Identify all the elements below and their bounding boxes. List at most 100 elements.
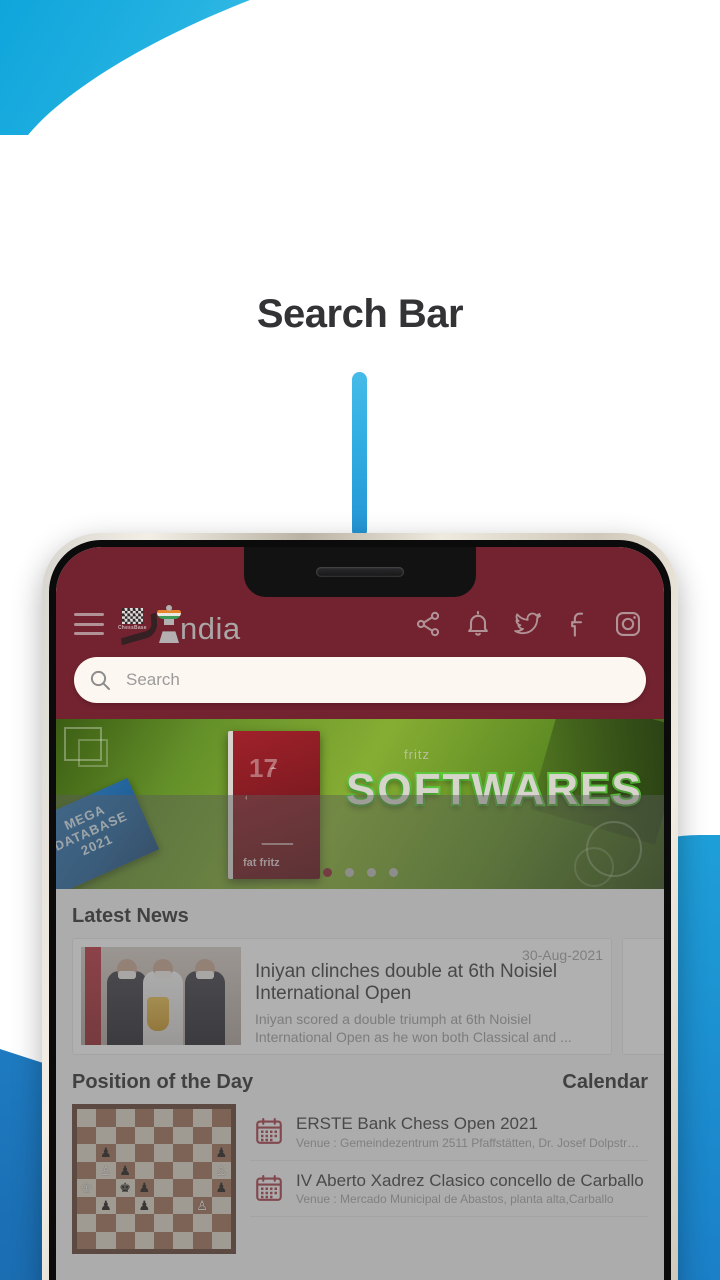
chess-square [154, 1179, 174, 1197]
chess-piece: ♟ [138, 1180, 151, 1196]
chess-square [211, 1231, 231, 1250]
chess-square [192, 1179, 212, 1197]
calendar-item[interactable]: IV Aberto Xadrez Clasico concello de Car… [250, 1161, 648, 1218]
earpiece-speaker [316, 567, 404, 577]
chess-square [154, 1144, 174, 1162]
chess-square: ♟ [134, 1196, 154, 1215]
share-icon[interactable] [414, 610, 442, 638]
carousel-dot-3[interactable] [366, 868, 376, 877]
chess-square [173, 1214, 193, 1232]
event-venue: Venue : Gemeindezentrum 2511 Pfaffstätte… [296, 1135, 644, 1150]
chess-piece: ♟ [138, 1197, 151, 1213]
chess-square: ♔ [77, 1179, 97, 1197]
carousel-dot-2[interactable] [344, 868, 354, 877]
phone-screen: ChessBase ndia Search MEGA DATABASE 2021… [56, 547, 664, 1280]
chess-square [173, 1126, 193, 1145]
news-thumbnail [81, 947, 241, 1045]
chess-square [211, 1126, 231, 1145]
chessbase-mark-icon: ChessBase [118, 608, 159, 646]
chess-square [211, 1214, 231, 1232]
app-header-row: ChessBase ndia [56, 595, 664, 653]
callout-pointer-line [352, 372, 367, 538]
news-list[interactable]: 30-Aug-2021 Iniyan clinches double at 6t… [56, 938, 664, 1056]
news-card[interactable]: 30-Aug-2021 Iniyan clinches double at 6t… [72, 938, 612, 1056]
india-flag-band [157, 610, 181, 619]
phone-mockup: ChessBase ndia Search MEGA DATABASE 2021… [42, 533, 678, 1280]
twitter-icon[interactable] [514, 610, 542, 638]
calendar-item[interactable]: ERSTE Bank Chess Open 2021 Venue : Gemein… [250, 1104, 648, 1161]
chess-piece: ♚ [119, 1180, 131, 1196]
chess-piece: ♟ [119, 1162, 131, 1178]
hamburger-menu-icon[interactable] [74, 613, 104, 635]
chess-square [173, 1144, 193, 1162]
chess-piece: ♟ [215, 1145, 228, 1161]
chess-square [77, 1144, 97, 1162]
search-icon [88, 668, 112, 692]
chess-square [115, 1231, 135, 1250]
facebook-icon[interactable] [564, 610, 592, 638]
chess-square [192, 1109, 212, 1127]
bell-icon[interactable] [464, 610, 492, 638]
calendar-link[interactable]: Calendar [562, 1071, 648, 1094]
carousel-dot-4[interactable] [388, 868, 398, 877]
news-description: Iniyan scored a double triumph at 6th No… [255, 1010, 572, 1045]
chess-piece: ♙ [215, 1162, 228, 1178]
fritz-product-box: 17 fat fritz [228, 731, 320, 879]
callout-title: Search Bar [256, 292, 464, 336]
chess-board[interactable]: ♟ ♟ ♙ ♟ ♙ ♔ ♚ ♟ ♟ ♟ ♟ ♙ [72, 1104, 236, 1255]
carousel-dot-1[interactable] [322, 868, 332, 877]
chess-square [96, 1126, 116, 1145]
instagram-icon[interactable] [614, 610, 642, 638]
search-bar-container [56, 653, 664, 719]
banner-circle-decor-2 [574, 847, 614, 887]
chess-square [211, 1196, 231, 1215]
calendar-text: ERSTE Bank Chess Open 2021 Venue : Gemein… [296, 1114, 644, 1150]
chess-square [134, 1231, 154, 1250]
event-name: IV Aberto Xadrez Clasico concello de Car… [296, 1170, 644, 1190]
chess-square [134, 1126, 154, 1145]
chess-square [134, 1161, 154, 1180]
chess-piece: ♙ [196, 1197, 208, 1213]
chess-square [192, 1144, 212, 1162]
chess-square [211, 1109, 231, 1127]
screenshot-root: Search Bar ChessBase ndia Search MEGA DA… [0, 0, 720, 1280]
chess-square: ♙ [192, 1196, 212, 1215]
news-title: Iniyan clinches double at 6th Noisiel In… [255, 961, 558, 1005]
promo-banner-carousel[interactable]: MEGA DATABASE 2021 17 fat fritz fritz SO… [56, 719, 664, 889]
app-logo[interactable]: ChessBase ndia [118, 605, 241, 646]
search-input[interactable] [126, 670, 632, 690]
app-content: Latest News 30-Aug-2021 Iniyan clinches … [56, 889, 664, 1261]
chess-square [134, 1214, 154, 1232]
chess-king-icon [156, 605, 182, 643]
event-name: ERSTE Bank Chess Open 2021 [296, 1114, 538, 1134]
chess-square [96, 1109, 116, 1127]
chess-square: ♟ [211, 1179, 231, 1197]
chess-square [115, 1144, 135, 1162]
chess-square [96, 1214, 116, 1232]
chess-square [173, 1196, 193, 1215]
calendar-icon [254, 1173, 284, 1203]
chess-square [154, 1126, 174, 1145]
chess-square: ♟ [134, 1179, 154, 1197]
chess-square [173, 1231, 193, 1250]
logo-india-text: ndia [180, 610, 241, 646]
chess-square [154, 1196, 174, 1215]
chess-square [77, 1109, 97, 1127]
calendar-text: IV Aberto Xadrez Clasico concello de Car… [296, 1171, 644, 1207]
chess-square [173, 1109, 193, 1127]
carousel-dots [56, 868, 664, 877]
chess-square: ♟ [96, 1144, 116, 1162]
phone-notch [244, 547, 476, 597]
chess-square [173, 1179, 193, 1197]
chess-square [154, 1231, 174, 1250]
banner-fritz-logo: fritz [404, 747, 430, 762]
chess-square [192, 1126, 212, 1145]
chess-square [115, 1126, 135, 1145]
search-bar[interactable] [74, 657, 646, 703]
chess-piece: ♟ [100, 1197, 112, 1213]
event-venue: Venue : Mercado Municipal de Abastos, pl… [296, 1192, 614, 1207]
chess-square [154, 1109, 174, 1127]
calendar-icon [254, 1116, 284, 1146]
news-card-next[interactable] [622, 938, 664, 1056]
latest-news-header: Latest News [56, 889, 664, 938]
